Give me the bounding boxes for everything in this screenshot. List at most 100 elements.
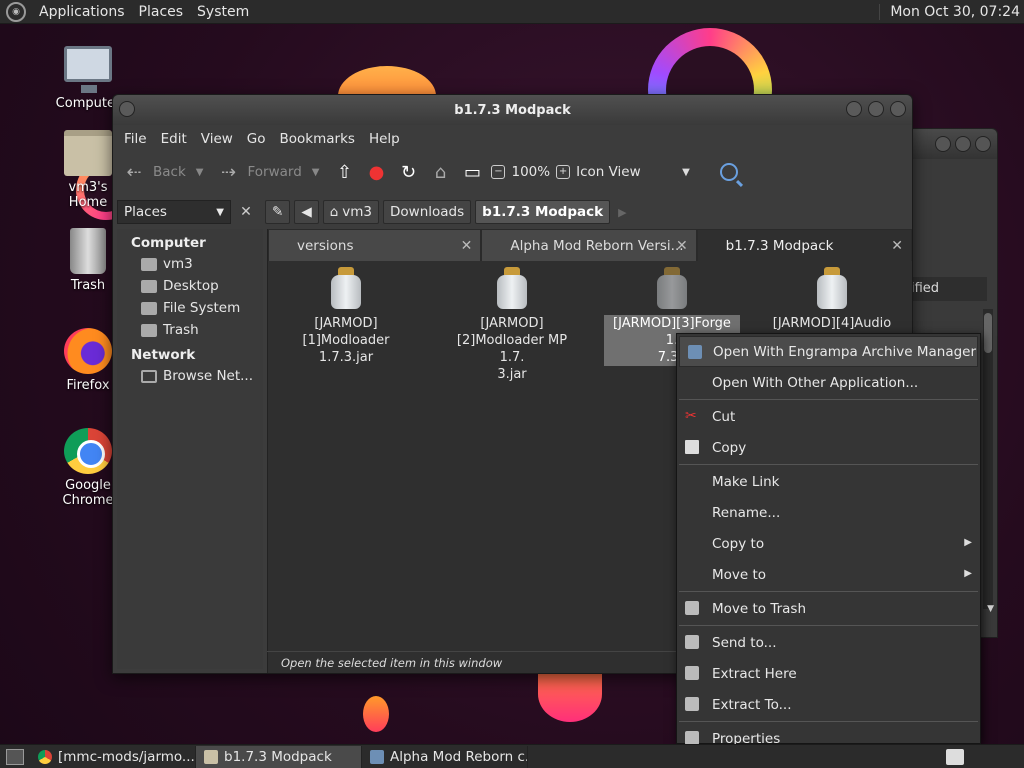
edit-location-button[interactable]: ✎	[265, 200, 291, 224]
taskbar-item-chrome[interactable]: [mmc-mods/jarmo...	[30, 745, 196, 768]
file-name: [JARMOD] [1]Modloader 1.7.3.jar	[302, 316, 390, 365]
home-icon: ⌂	[329, 204, 339, 220]
system-menu[interactable]: System	[190, 4, 256, 20]
menu-item-copy[interactable]: Copy	[677, 432, 980, 463]
chevron-down-icon: ▼	[216, 206, 224, 218]
tab-versions[interactable]: versions ✕	[268, 229, 482, 261]
sidebar-item-trash[interactable]: Trash	[117, 319, 263, 341]
sidebar-item-label: File System	[163, 300, 241, 316]
places-sidebar: Computer vm3 Desktop File System Trash N…	[117, 229, 263, 669]
view-mode-select[interactable]: Icon View ▼	[576, 158, 696, 186]
menu-item-cut[interactable]: ✂ Cut	[677, 401, 980, 432]
menu-item-send-to[interactable]: Send to...	[677, 627, 980, 658]
trash-icon	[685, 601, 699, 615]
menu-file[interactable]: File	[117, 131, 154, 147]
wallpaper-shape	[538, 666, 602, 722]
zoom-out-icon[interactable]: −	[491, 165, 506, 179]
menu-edit[interactable]: Edit	[154, 131, 194, 147]
tab-bar: versions ✕ Alpha Mod Reborn Versi... ✕ b…	[268, 229, 912, 261]
menu-item-open-with-engrampa[interactable]: Open With Engrampa Archive Manager	[679, 336, 978, 367]
menu-item-open-with-other[interactable]: Open With Other Application...	[677, 367, 980, 398]
menu-item-rename[interactable]: Rename...	[677, 497, 980, 528]
up-button[interactable]: ⇧	[331, 158, 357, 186]
back-button[interactable]: ⇠ Back ▼	[121, 158, 209, 186]
menu-go[interactable]: Go	[240, 131, 273, 147]
menu-item-label: Cut	[712, 408, 736, 425]
breadcrumb-label: vm3	[342, 204, 373, 220]
drive-icon	[141, 301, 157, 315]
chevron-down-icon[interactable]: ▼	[196, 167, 204, 178]
chevron-down-icon[interactable]: ▼	[312, 167, 320, 178]
menu-item-extract-here[interactable]: Extract Here	[677, 658, 980, 689]
breadcrumb-current[interactable]: b1.7.3 Modpack	[475, 200, 611, 224]
back-arrow-icon: ⇠	[126, 161, 142, 183]
maximize-button[interactable]	[868, 101, 884, 117]
taskbar-label: Alpha Mod Reborn c...	[390, 748, 528, 765]
minimize-button[interactable]	[935, 136, 951, 152]
menu-scroll-down-icon[interactable]	[982, 334, 994, 614]
close-button[interactable]	[975, 136, 991, 152]
wallpaper-shape	[363, 696, 389, 732]
menu-separator	[679, 399, 978, 400]
taskbar-label: b1.7.3 Modpack	[224, 748, 332, 765]
workspace-switcher[interactable]	[946, 748, 964, 765]
taskbar-label: [mmc-mods/jarmo...	[58, 748, 195, 765]
sidebar-type-select[interactable]: Places ▼	[117, 200, 231, 224]
reload-button[interactable]: ↻	[395, 158, 421, 186]
chevron-right-icon[interactable]: ▶	[614, 206, 630, 219]
zoom-in-icon[interactable]: +	[556, 165, 571, 179]
home-button[interactable]: ⌂	[427, 158, 453, 186]
menu-item-make-link[interactable]: Make Link	[677, 466, 980, 497]
tab-alpha-mod-reborn[interactable]: Alpha Mod Reborn Versi... ✕	[481, 229, 697, 261]
menu-help[interactable]: Help	[362, 131, 407, 147]
jar-file-icon	[655, 267, 689, 309]
network-icon	[141, 369, 157, 383]
close-tab-icon[interactable]: ✕	[676, 238, 688, 254]
close-button[interactable]	[890, 101, 906, 117]
sidebar-item-label: Trash	[163, 322, 199, 338]
breadcrumb-left-button[interactable]: ◀	[294, 200, 319, 224]
minimize-button[interactable]	[846, 101, 862, 117]
computer-button[interactable]: ▭	[459, 158, 485, 186]
chrome-icon	[64, 428, 112, 474]
menu-view[interactable]: View	[194, 131, 240, 147]
stop-button[interactable]: ●	[363, 158, 389, 186]
places-menu[interactable]: Places	[132, 4, 191, 20]
file-item[interactable]: [JARMOD] [2]Modloader MP 1.7. 3.jar	[444, 267, 580, 383]
sidebar-item-vm3[interactable]: vm3	[117, 253, 263, 275]
sidebar-section-network: Network	[131, 347, 196, 363]
menu-item-extract-to[interactable]: Extract To...	[677, 689, 980, 720]
submenu-arrow-icon: ▶	[964, 537, 972, 548]
taskbar-item-file-manager[interactable]: b1.7.3 Modpack	[196, 745, 362, 768]
file-item[interactable]: [JARMOD][4]Audio	[764, 267, 900, 332]
menu-item-copy-to[interactable]: Copy to ▶	[677, 528, 980, 559]
forward-button[interactable]: ⇢ Forward ▼	[215, 158, 325, 186]
close-sidebar-button[interactable]: ✕	[235, 201, 257, 223]
sidebar-item-desktop[interactable]: Desktop	[117, 275, 263, 297]
close-tab-icon[interactable]: ✕	[461, 238, 473, 254]
menu-item-move-to[interactable]: Move to ▶	[677, 559, 980, 590]
window-titlebar[interactable]: b1.7.3 Modpack	[113, 95, 912, 125]
sidebar-item-browse-network[interactable]: Browse Net...	[117, 365, 263, 387]
applications-menu[interactable]: Applications	[32, 4, 132, 20]
taskbar-item-engrampa[interactable]: Alpha Mod Reborn c...	[362, 745, 528, 768]
toolbar: ⇠ Back ▼ ⇢ Forward ▼ ⇧ ● ↻ ⌂ ▭ − 100% + …	[113, 153, 912, 191]
scissors-icon: ✂	[685, 408, 697, 424]
send-icon	[685, 635, 699, 649]
close-tab-icon[interactable]: ✕	[891, 238, 903, 254]
search-button[interactable]	[702, 158, 738, 186]
tab-b173-modpack[interactable]: b1.7.3 Modpack ✕	[696, 229, 912, 261]
menu-item-move-to-trash[interactable]: Move to Trash	[677, 593, 980, 624]
sidebar-item-filesystem[interactable]: File System	[117, 297, 263, 319]
home-icon: ⌂	[434, 161, 447, 183]
clock[interactable]: Mon Oct 30, 07:24	[879, 3, 1024, 20]
breadcrumb-vm3[interactable]: ⌂ vm3	[322, 200, 380, 224]
context-menu: Open With Engrampa Archive Manager Open …	[676, 333, 994, 747]
show-desktop-button[interactable]	[6, 748, 24, 765]
distro-logo-icon[interactable]: ◉	[6, 1, 26, 22]
maximize-button[interactable]	[955, 136, 971, 152]
window-menu-button[interactable]	[119, 101, 135, 117]
breadcrumb-downloads[interactable]: Downloads	[383, 200, 472, 224]
menu-bookmarks[interactable]: Bookmarks	[273, 131, 362, 147]
file-item[interactable]: [JARMOD] [1]Modloader 1.7.3.jar	[278, 267, 414, 366]
